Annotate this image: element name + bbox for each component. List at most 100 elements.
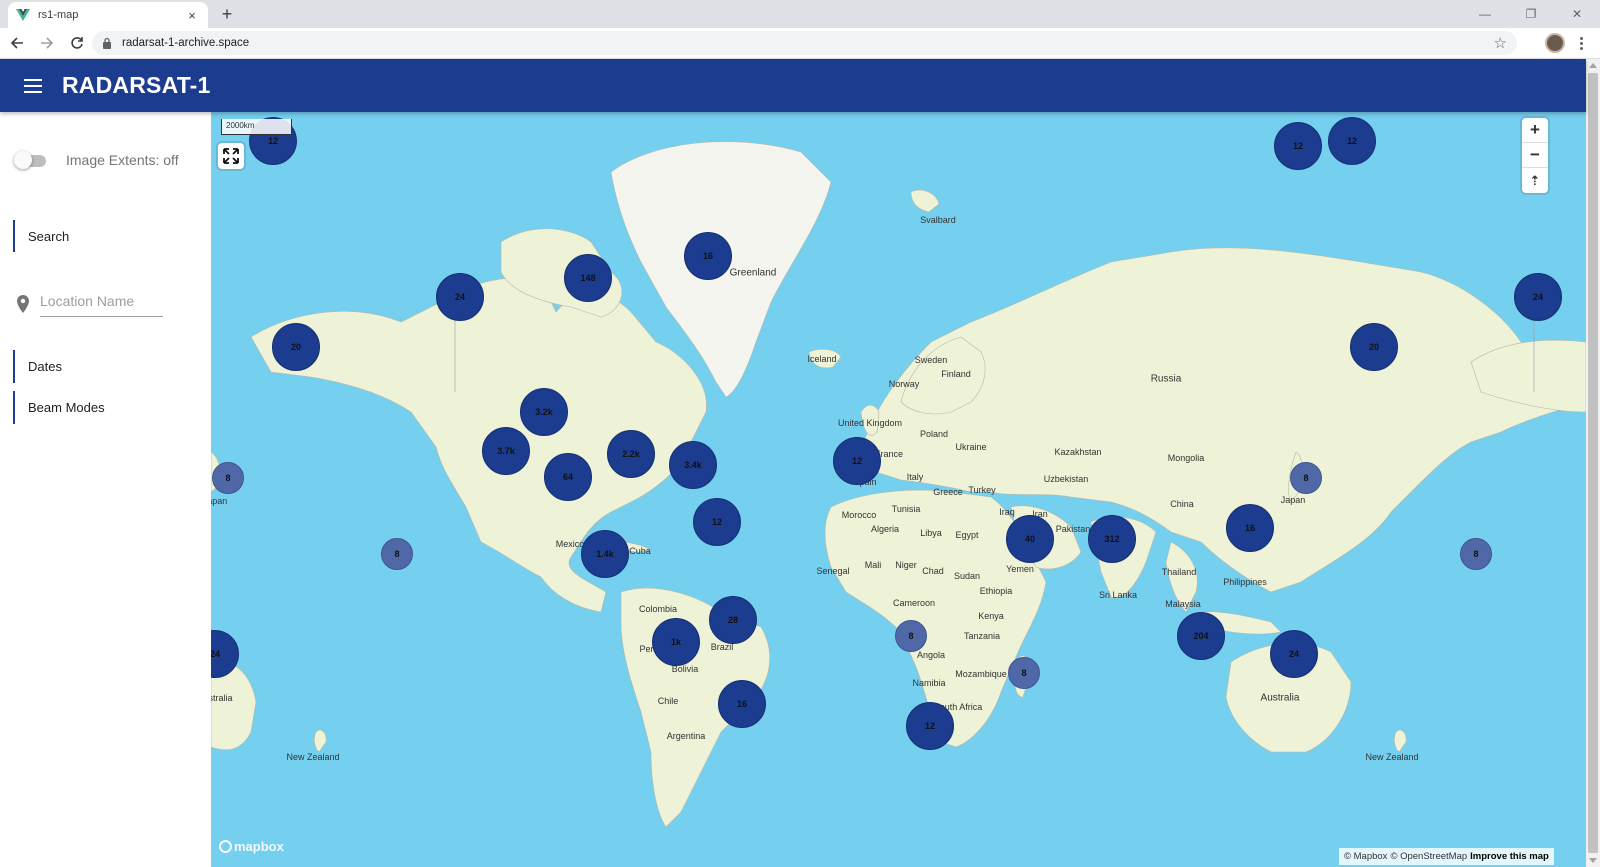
forward-button[interactable] xyxy=(34,30,60,56)
sidebar: Image Extents: off Search Location Name … xyxy=(0,112,211,867)
place-label: Yemen xyxy=(1006,564,1034,574)
cluster-marker[interactable]: 1k xyxy=(652,618,700,666)
place-label: Sri Lanka xyxy=(1098,590,1138,600)
place-label: Cameroon xyxy=(892,598,936,608)
place-label: Colombia xyxy=(638,604,678,614)
new-tab-button[interactable]: + xyxy=(216,4,238,25)
place-label: Morocco xyxy=(841,510,877,520)
restore-button[interactable]: ❐ xyxy=(1508,0,1554,28)
place-label: Poland xyxy=(919,429,949,439)
cluster-marker[interactable]: 3.4k xyxy=(669,441,717,489)
image-extents-toggle-row: Image Extents: off xyxy=(14,151,179,169)
sidebar-item-label: Beam Modes xyxy=(28,400,105,415)
attribution-osm-link[interactable]: © OpenStreetMap xyxy=(1390,851,1467,862)
cluster-marker[interactable]: 3.2k xyxy=(520,388,568,436)
cluster-marker[interactable]: 12 xyxy=(1274,122,1322,170)
sidebar-item-label: Search xyxy=(28,228,70,244)
cluster-marker[interactable]: 8 xyxy=(1460,538,1492,570)
cluster-marker[interactable]: 1.4k xyxy=(581,530,629,578)
browser-tab[interactable]: rs1-map × xyxy=(8,2,208,28)
mapbox-logo[interactable]: mapbox xyxy=(219,839,284,854)
place-label: Sweden xyxy=(914,355,948,365)
cluster-marker[interactable]: 20 xyxy=(1350,323,1398,371)
cluster-marker[interactable]: 12 xyxy=(1328,117,1376,165)
image-extents-switch[interactable] xyxy=(14,151,46,169)
place-label: Sudan xyxy=(953,571,981,581)
place-label: Chile xyxy=(657,696,679,706)
scroll-down-arrow-icon[interactable] xyxy=(1589,858,1597,863)
address-bar[interactable]: radarsat-1-archive.space ☆ xyxy=(92,31,1517,55)
tab-close-icon[interactable]: × xyxy=(184,8,200,23)
mapbox-logo-text: mapbox xyxy=(234,839,284,854)
place-label: Iceland xyxy=(807,354,837,364)
zoom-out-button[interactable]: − xyxy=(1522,143,1548,168)
location-search-row: Location Name xyxy=(16,293,163,317)
switch-thumb[interactable] xyxy=(14,151,32,169)
place-label: New Zealand xyxy=(1365,752,1419,762)
place-label: Norway xyxy=(888,379,920,389)
app-title: RADARSAT-1 xyxy=(62,72,211,98)
place-label: Turkey xyxy=(968,485,996,495)
place-label: China xyxy=(1170,499,1194,509)
url-text: radarsat-1-archive.space xyxy=(122,37,250,49)
cluster-marker[interactable]: 28 xyxy=(709,596,757,644)
cluster-marker[interactable]: 12 xyxy=(833,437,881,485)
compass-button[interactable]: ⇡ xyxy=(1522,168,1548,193)
place-label: Philippines xyxy=(1223,577,1267,587)
cluster-marker[interactable]: 64 xyxy=(544,453,592,501)
location-name-input[interactable]: Location Name xyxy=(40,293,163,317)
cluster-marker[interactable]: 8 xyxy=(381,538,413,570)
browser-menu-icon[interactable] xyxy=(1574,33,1588,53)
cluster-marker[interactable]: 204 xyxy=(1177,612,1225,660)
zoom-in-button[interactable]: + xyxy=(1522,118,1548,143)
scroll-up-arrow-icon[interactable] xyxy=(1589,63,1597,68)
app-header: RADARSAT-1 xyxy=(0,59,1586,112)
cluster-marker[interactable]: 8 xyxy=(895,620,927,652)
cluster-marker[interactable]: 12 xyxy=(906,702,954,750)
fullscreen-icon xyxy=(223,148,239,164)
improve-map-link[interactable]: Improve this map xyxy=(1470,851,1549,862)
place-label: Libya xyxy=(920,528,942,538)
cluster-marker[interactable]: 2.2k xyxy=(607,430,655,478)
sidebar-item-beam-modes[interactable]: Beam Modes xyxy=(13,391,105,424)
cluster-marker[interactable]: 24 xyxy=(436,273,484,321)
cluster-marker[interactable]: 8 xyxy=(1290,462,1322,494)
reload-icon xyxy=(71,37,83,49)
fullscreen-button[interactable] xyxy=(218,143,244,169)
place-label: Italy xyxy=(906,472,924,482)
cluster-marker[interactable]: 8 xyxy=(1008,657,1040,689)
place-label: Niger xyxy=(895,560,917,570)
close-window-button[interactable]: ✕ xyxy=(1554,0,1600,28)
reload-button[interactable] xyxy=(64,30,90,56)
minimize-button[interactable]: — xyxy=(1462,0,1508,28)
cluster-marker[interactable]: 148 xyxy=(564,254,612,302)
place-label: Mozambique xyxy=(955,669,1007,679)
cluster-marker[interactable]: 312 xyxy=(1088,515,1136,563)
cluster-marker[interactable]: 16 xyxy=(1226,504,1274,552)
lock-icon xyxy=(103,37,111,49)
cluster-marker[interactable]: 8 xyxy=(212,462,244,494)
scroll-thumb[interactable] xyxy=(1588,73,1598,853)
cluster-marker[interactable]: 20 xyxy=(272,323,320,371)
back-button[interactable] xyxy=(4,30,30,56)
profile-avatar[interactable] xyxy=(1545,33,1565,53)
cluster-marker[interactable]: 16 xyxy=(684,232,732,280)
cluster-marker[interactable]: 3.7k xyxy=(482,427,530,475)
world-map[interactable]: Greenland Svalbard Iceland Sweden Finlan… xyxy=(211,112,1586,867)
place-label: Iraq xyxy=(999,507,1015,517)
place-label: Australia xyxy=(211,693,233,703)
hamburger-menu-icon[interactable] xyxy=(24,78,42,93)
bookmark-star-icon[interactable]: ☆ xyxy=(1494,34,1507,52)
vue-logo-icon xyxy=(16,9,30,21)
cluster-marker[interactable]: 12 xyxy=(693,498,741,546)
cluster-marker[interactable]: 40 xyxy=(1006,515,1054,563)
sidebar-item-label: Dates xyxy=(28,359,62,374)
place-label: Australia xyxy=(1260,692,1300,704)
cluster-marker[interactable]: 24 xyxy=(1270,630,1318,678)
cluster-marker[interactable]: 16 xyxy=(718,680,766,728)
cluster-marker[interactable]: 24 xyxy=(1514,273,1562,321)
attribution-mapbox-link[interactable]: © Mapbox xyxy=(1344,851,1387,862)
page-scrollbar[interactable] xyxy=(1586,59,1600,867)
sidebar-item-search[interactable]: Search xyxy=(13,220,69,252)
sidebar-item-dates[interactable]: Dates xyxy=(13,350,62,383)
